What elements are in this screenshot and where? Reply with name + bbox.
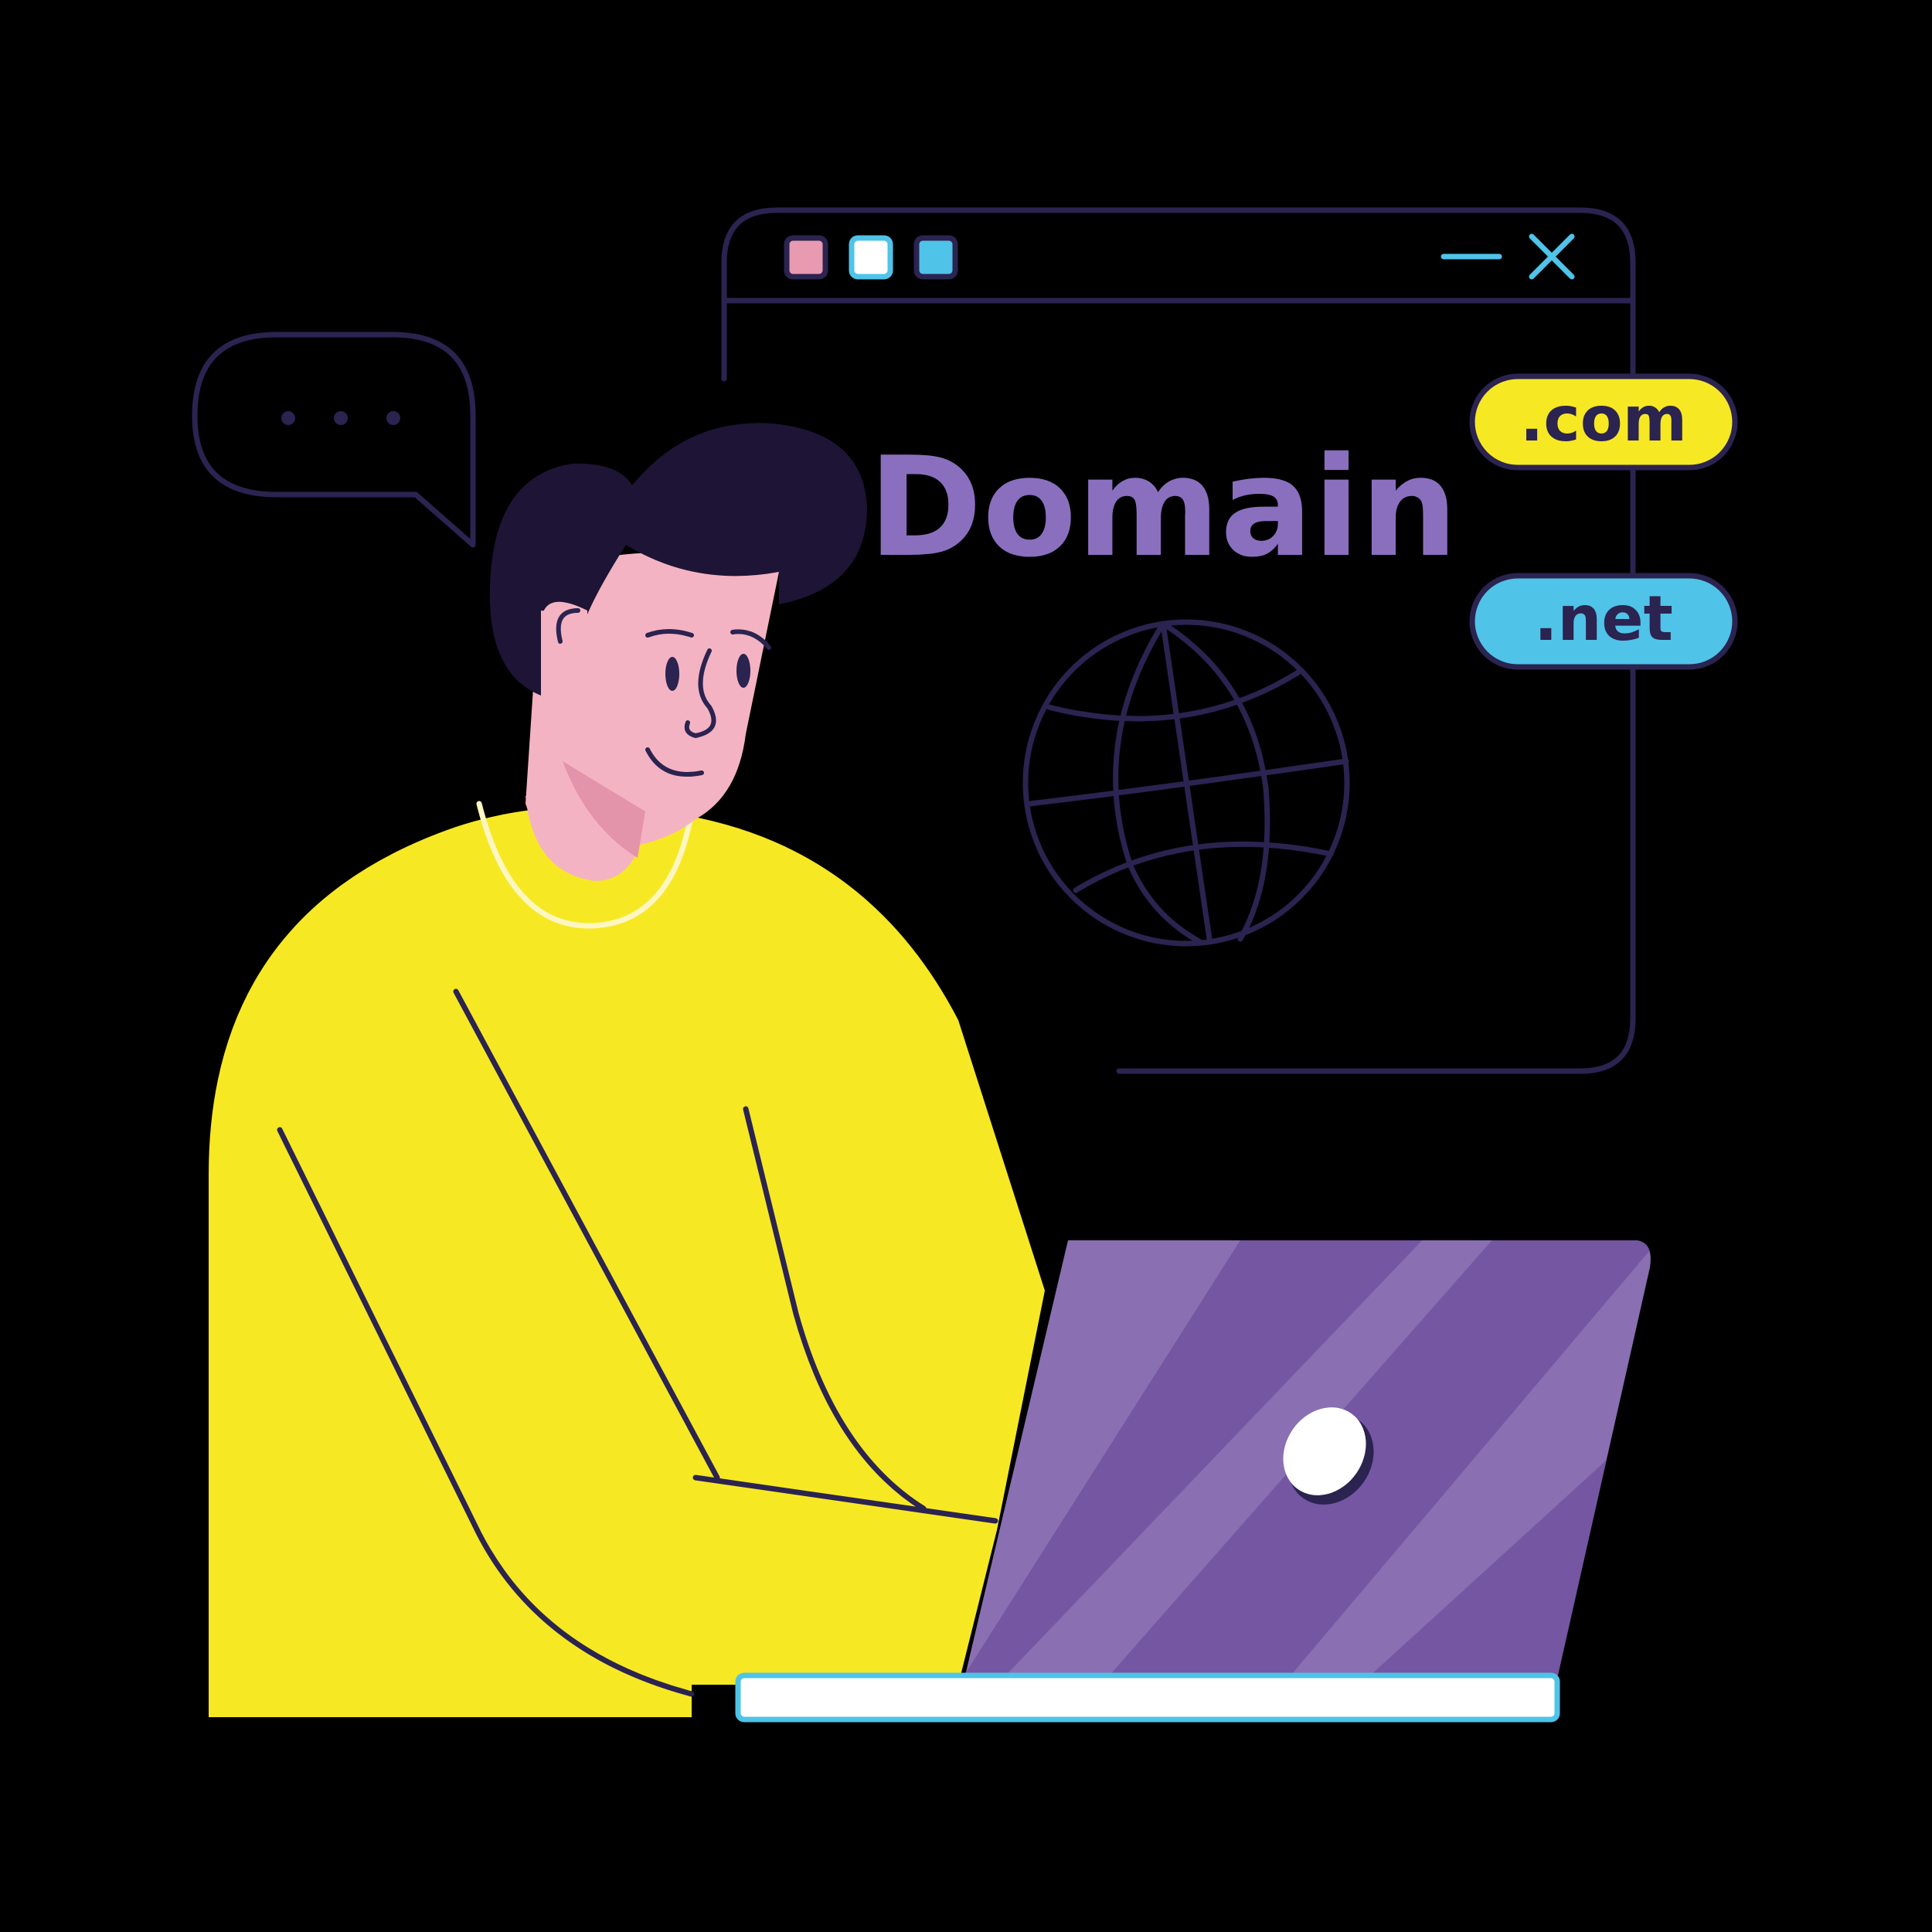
- domain-tag-com[interactable]: .com: [1469, 373, 1738, 471]
- ellipsis-icon: [281, 411, 400, 425]
- page-title: Domain: [868, 427, 1458, 587]
- shirt: [209, 807, 1045, 1717]
- eye-left: [665, 657, 679, 691]
- eye-right: [736, 654, 750, 688]
- domain-illustration: Domain .com .net: [192, 207, 1738, 1723]
- domain-tag-com-label: .com: [1520, 383, 1687, 455]
- speech-bubble: [192, 332, 476, 548]
- window-button-white[interactable]: [849, 235, 893, 280]
- illustration-stage: Domain .com .net: [0, 0, 1932, 1932]
- domain-tag-net-label: .net: [1534, 583, 1673, 655]
- globe-icon: [1022, 619, 1350, 947]
- window-button-blue[interactable]: [913, 235, 958, 280]
- laptop-base: [735, 1672, 1560, 1723]
- person: [209, 423, 1045, 1717]
- window-button-red[interactable]: [784, 235, 828, 280]
- close-icon[interactable]: [1529, 233, 1575, 280]
- domain-tag-net[interactable]: .net: [1469, 573, 1738, 670]
